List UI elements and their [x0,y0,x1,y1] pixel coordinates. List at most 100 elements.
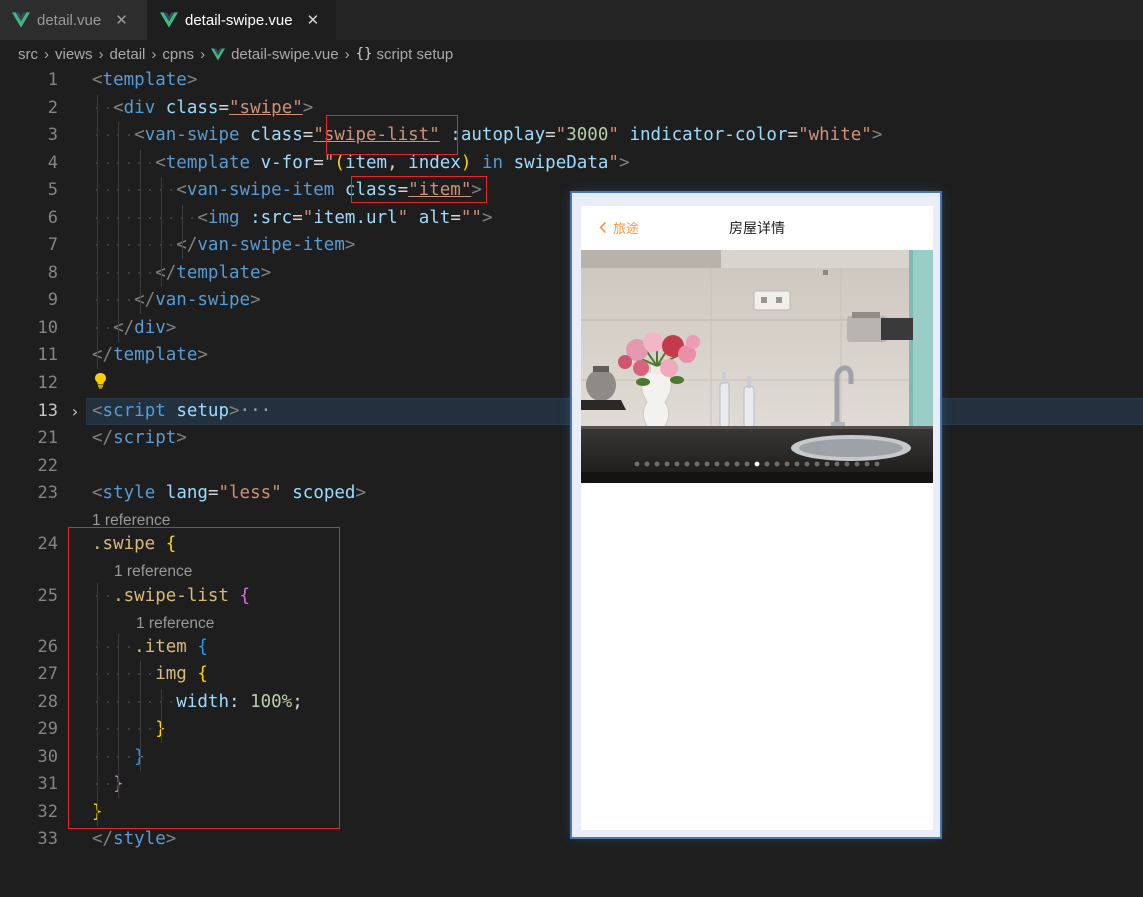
code-token: > [302,98,314,118]
fold-chevron-icon[interactable]: › [70,398,80,425]
tab-detail-vue[interactable]: detail.vue ✕ [0,0,148,40]
code-line[interactable]: 1 <template> [0,67,1143,94]
indicator-dot[interactable] [744,461,750,467]
indicator-dot[interactable] [844,461,850,467]
whitespace-dot [127,134,130,136]
code-text: <van-swipe class="swipe-list" :autoplay=… [92,122,882,149]
swipe-carousel[interactable] [581,250,933,483]
code-text: </script> [92,425,187,452]
code-token: </ [176,235,198,255]
code-text: <template> [92,67,197,94]
code-text: <style lang="less" scoped> [92,480,366,507]
code-token: > [229,401,240,421]
indicator-dot[interactable] [824,461,830,467]
whitespace-dot [106,299,109,301]
indicator-dot[interactable] [864,461,870,467]
indent-guide [161,177,162,287]
code-token: "less" [218,483,282,503]
line-number: 12 [37,373,58,393]
close-icon[interactable]: ✕ [307,11,320,29]
indicator-dot[interactable] [704,461,710,467]
code-token: script [113,428,177,448]
indicator-dot[interactable] [654,461,660,467]
indicator-dot[interactable] [854,461,860,467]
code-token: = [545,125,556,145]
code-token: > [260,263,272,283]
indicator-dot[interactable] [714,461,720,467]
indicator-dot[interactable] [764,461,770,467]
indicator-dot[interactable] [674,461,680,467]
indicator-dot[interactable] [634,461,640,467]
highlight-style-block [68,527,340,829]
indicator-dot[interactable] [784,461,790,467]
code-token: < [92,70,103,90]
breadcrumb-item[interactable]: views [55,46,93,63]
line-number: 33 [37,829,58,849]
whitespace-dot [127,299,130,301]
indicator-dot[interactable] [734,461,740,467]
indicator-dot-active[interactable] [754,461,760,467]
indicator-dot[interactable] [814,461,820,467]
indicator-dot[interactable] [664,461,670,467]
indicator-dot[interactable] [834,461,840,467]
code-line[interactable]: 4 <template v-for="(item, index) in swip… [0,150,1143,177]
indent-guide [182,205,183,259]
line-number: 9 [47,290,58,310]
code-line[interactable]: 3 <van-swipe class="swipe-list" :autopla… [0,122,1143,149]
indicator-dot[interactable] [684,461,690,467]
code-token: alt [418,208,451,228]
indent-guide [97,95,98,369]
code-token: </ [92,428,114,448]
breadcrumb-item[interactable]: detail [110,46,146,63]
mobile-screen: 旅途 房屋详情 [581,206,933,830]
indicator-dot[interactable] [794,461,800,467]
code-token: template [176,263,261,283]
tab-detail-swipe-vue[interactable]: detail-swipe.vue ✕ [148,0,336,40]
indicator-dot[interactable] [874,461,880,467]
code-token: setup [176,401,229,421]
indicator-dot[interactable] [774,461,780,467]
code-token: :src [250,208,293,228]
kitchen-photo [581,250,933,483]
lightbulb-icon[interactable] [93,372,108,389]
indicator-dot[interactable] [694,461,700,467]
whitespace-dot [106,189,109,191]
code-text: </template> [92,342,208,369]
code-token: lang [165,483,208,503]
indicator-dot[interactable] [644,461,650,467]
breadcrumb-item[interactable]: src [18,46,38,63]
indicator-dot[interactable] [804,461,810,467]
code-token: > [355,483,367,503]
code-token: = [787,125,799,145]
code-token: < [176,180,187,200]
code-token: div [134,318,166,338]
code-token: indicator-color [629,125,788,145]
breadcrumb-item[interactable]: cpns [162,46,194,63]
code-token: 3000 [566,125,609,145]
code-token: < [197,208,208,228]
code-token: < [92,483,103,503]
code-token: = [450,208,461,228]
code-line[interactable]: 2 <div class="swipe"> [0,95,1143,122]
line-number: 25 [37,586,58,606]
tab-label: detail-swipe.vue [185,11,293,29]
whitespace-dot [127,162,130,164]
code-token: class [250,125,303,145]
indicator-dot[interactable] [724,461,730,467]
swipe-indicator[interactable] [581,452,933,471]
code-token: van-swipe-item [197,235,345,255]
breadcrumb-item[interactable]: script setup [376,46,453,63]
highlight-swipe-list [326,115,458,155]
code-token: style [102,483,156,503]
line-number: 27 [37,664,58,684]
breadcrumb-item[interactable]: detail-swipe.vue [231,46,339,63]
chevron-right-icon: › [200,45,206,63]
close-icon[interactable]: ✕ [115,11,128,29]
code-text: <img :src="item.url" alt=""> [92,205,492,232]
code-token: </ [155,263,177,283]
